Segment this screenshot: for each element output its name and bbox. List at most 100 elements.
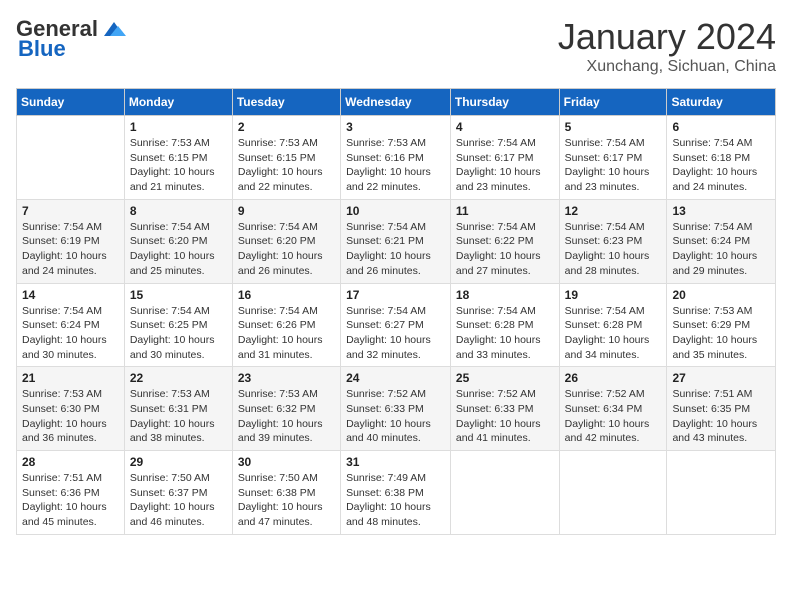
day-number: 21: [22, 371, 119, 385]
day-info: Sunrise: 7:54 AMSunset: 6:17 PMDaylight:…: [456, 136, 554, 195]
day-number: 1: [130, 120, 227, 134]
calendar-cell: 5Sunrise: 7:54 AMSunset: 6:17 PMDaylight…: [559, 116, 667, 200]
calendar-cell: 23 Sunrise: 7:53 AMSunset: 6:32 PMDayligh…: [232, 367, 340, 451]
day-number: 2: [238, 120, 335, 134]
day-number: 25: [456, 371, 554, 385]
day-info: Sunrise: 7:54 AMSunset: 6:24 PMDaylight:…: [22, 304, 119, 363]
day-info: Sunrise: 7:54 AMSunset: 6:23 PMDaylight:…: [565, 220, 662, 279]
day-info: Sunrise: 7:54 AMSunset: 6:28 PMDaylight:…: [456, 304, 554, 363]
column-header-friday: Friday: [559, 89, 667, 116]
calendar-cell: 24Sunrise: 7:52 AMSunset: 6:33 PMDayligh…: [341, 367, 451, 451]
day-number: 31: [346, 455, 445, 469]
day-info: Sunrise: 7:54 AMSunset: 6:20 PMDaylight:…: [238, 220, 335, 279]
day-info: Sunrise: 7:52 AMSunset: 6:34 PMDaylight:…: [565, 387, 662, 446]
day-info: Sunrise: 7:54 AMSunset: 6:20 PMDaylight:…: [130, 220, 227, 279]
calendar-cell: 20 Sunrise: 7:53 AMSunset: 6:29 PMDayligh…: [667, 283, 776, 367]
day-info: Sunrise: 7:54 AMSunset: 6:17 PMDaylight:…: [565, 136, 662, 195]
column-header-sunday: Sunday: [17, 89, 125, 116]
day-number: 28: [22, 455, 119, 469]
calendar-cell: 12 Sunrise: 7:54 AMSunset: 6:23 PMDayligh…: [559, 199, 667, 283]
day-info: Sunrise: 7:53 AMSunset: 6:30 PMDaylight:…: [22, 387, 119, 446]
calendar-cell: 9 Sunrise: 7:54 AMSunset: 6:20 PMDaylight…: [232, 199, 340, 283]
page-header: General Blue January 2024 Xunchang, Sich…: [16, 16, 776, 76]
day-number: 9: [238, 204, 335, 218]
day-info: Sunrise: 7:53 AMSunset: 6:29 PMDaylight:…: [672, 304, 770, 363]
calendar-cell: [450, 451, 559, 535]
day-number: 14: [22, 288, 119, 302]
day-number: 11: [456, 204, 554, 218]
calendar-cell: 28Sunrise: 7:51 AMSunset: 6:36 PMDayligh…: [17, 451, 125, 535]
day-info: Sunrise: 7:53 AMSunset: 6:15 PMDaylight:…: [130, 136, 227, 195]
day-number: 30: [238, 455, 335, 469]
calendar-week-row: 28Sunrise: 7:51 AMSunset: 6:36 PMDayligh…: [17, 451, 776, 535]
day-number: 6: [672, 120, 770, 134]
day-info: Sunrise: 7:54 AMSunset: 6:25 PMDaylight:…: [130, 304, 227, 363]
calendar-cell: 30 Sunrise: 7:50 AMSunset: 6:38 PMDayligh…: [232, 451, 340, 535]
calendar-cell: 17 Sunrise: 7:54 AMSunset: 6:27 PMDayligh…: [341, 283, 451, 367]
calendar-cell: 1 Sunrise: 7:53 AMSunset: 6:15 PMDaylight…: [124, 116, 232, 200]
day-number: 29: [130, 455, 227, 469]
calendar-week-row: 1 Sunrise: 7:53 AMSunset: 6:15 PMDaylight…: [17, 116, 776, 200]
calendar-cell: 11 Sunrise: 7:54 AMSunset: 6:22 PMDayligh…: [450, 199, 559, 283]
day-number: 4: [456, 120, 554, 134]
calendar-week-row: 7Sunrise: 7:54 AMSunset: 6:19 PMDaylight…: [17, 199, 776, 283]
calendar-cell: 3 Sunrise: 7:53 AMSunset: 6:16 PMDaylight…: [341, 116, 451, 200]
day-number: 20: [672, 288, 770, 302]
day-number: 15: [130, 288, 227, 302]
day-number: 10: [346, 204, 445, 218]
day-info: Sunrise: 7:52 AMSunset: 6:33 PMDaylight:…: [346, 387, 445, 446]
calendar-cell: 29 Sunrise: 7:50 AMSunset: 6:37 PMDayligh…: [124, 451, 232, 535]
calendar-cell: 21 Sunrise: 7:53 AMSunset: 6:30 PMDayligh…: [17, 367, 125, 451]
calendar-cell: 31 Sunrise: 7:49 AMSunset: 6:38 PMDayligh…: [341, 451, 451, 535]
day-number: 7: [22, 204, 119, 218]
calendar-cell: 4 Sunrise: 7:54 AMSunset: 6:17 PMDaylight…: [450, 116, 559, 200]
calendar-week-row: 21 Sunrise: 7:53 AMSunset: 6:30 PMDayligh…: [17, 367, 776, 451]
day-info: Sunrise: 7:54 AMSunset: 6:26 PMDaylight:…: [238, 304, 335, 363]
day-number: 19: [565, 288, 662, 302]
calendar-cell: 26 Sunrise: 7:52 AMSunset: 6:34 PMDayligh…: [559, 367, 667, 451]
day-info: Sunrise: 7:52 AMSunset: 6:33 PMDaylight:…: [456, 387, 554, 446]
calendar-cell: [17, 116, 125, 200]
logo-icon: [100, 18, 128, 40]
day-info: Sunrise: 7:53 AMSunset: 6:15 PMDaylight:…: [238, 136, 335, 195]
calendar-cell: 6Sunrise: 7:54 AMSunset: 6:18 PMDaylight…: [667, 116, 776, 200]
column-header-thursday: Thursday: [450, 89, 559, 116]
column-header-wednesday: Wednesday: [341, 89, 451, 116]
logo-blue-text: Blue: [18, 36, 66, 62]
day-info: Sunrise: 7:53 AMSunset: 6:31 PMDaylight:…: [130, 387, 227, 446]
calendar-cell: 8 Sunrise: 7:54 AMSunset: 6:20 PMDaylight…: [124, 199, 232, 283]
day-info: Sunrise: 7:54 AMSunset: 6:28 PMDaylight:…: [565, 304, 662, 363]
day-info: Sunrise: 7:50 AMSunset: 6:38 PMDaylight:…: [238, 471, 335, 530]
calendar-cell: 16 Sunrise: 7:54 AMSunset: 6:26 PMDayligh…: [232, 283, 340, 367]
day-number: 3: [346, 120, 445, 134]
day-number: 8: [130, 204, 227, 218]
calendar-cell: 25 Sunrise: 7:52 AMSunset: 6:33 PMDayligh…: [450, 367, 559, 451]
calendar-cell: 14 Sunrise: 7:54 AMSunset: 6:24 PMDayligh…: [17, 283, 125, 367]
day-number: 23: [238, 371, 335, 385]
calendar-cell: [667, 451, 776, 535]
calendar-cell: 13 Sunrise: 7:54 AMSunset: 6:24 PMDayligh…: [667, 199, 776, 283]
calendar-cell: 27Sunrise: 7:51 AMSunset: 6:35 PMDayligh…: [667, 367, 776, 451]
day-number: 12: [565, 204, 662, 218]
day-number: 17: [346, 288, 445, 302]
day-info: Sunrise: 7:51 AMSunset: 6:35 PMDaylight:…: [672, 387, 770, 446]
calendar-cell: 7Sunrise: 7:54 AMSunset: 6:19 PMDaylight…: [17, 199, 125, 283]
calendar-cell: 15 Sunrise: 7:54 AMSunset: 6:25 PMDayligh…: [124, 283, 232, 367]
day-info: Sunrise: 7:53 AMSunset: 6:16 PMDaylight:…: [346, 136, 445, 195]
location: Xunchang, Sichuan, China: [558, 58, 776, 76]
column-header-saturday: Saturday: [667, 89, 776, 116]
day-info: Sunrise: 7:54 AMSunset: 6:24 PMDaylight:…: [672, 220, 770, 279]
day-info: Sunrise: 7:54 AMSunset: 6:21 PMDaylight:…: [346, 220, 445, 279]
day-number: 13: [672, 204, 770, 218]
day-info: Sunrise: 7:54 AMSunset: 6:27 PMDaylight:…: [346, 304, 445, 363]
logo: General Blue: [16, 16, 128, 62]
day-number: 16: [238, 288, 335, 302]
day-number: 22: [130, 371, 227, 385]
calendar-header-row: SundayMondayTuesdayWednesdayThursdayFrid…: [17, 89, 776, 116]
calendar-cell: [559, 451, 667, 535]
day-info: Sunrise: 7:54 AMSunset: 6:22 PMDaylight:…: [456, 220, 554, 279]
day-number: 26: [565, 371, 662, 385]
day-info: Sunrise: 7:50 AMSunset: 6:37 PMDaylight:…: [130, 471, 227, 530]
day-info: Sunrise: 7:53 AMSunset: 6:32 PMDaylight:…: [238, 387, 335, 446]
day-info: Sunrise: 7:49 AMSunset: 6:38 PMDaylight:…: [346, 471, 445, 530]
